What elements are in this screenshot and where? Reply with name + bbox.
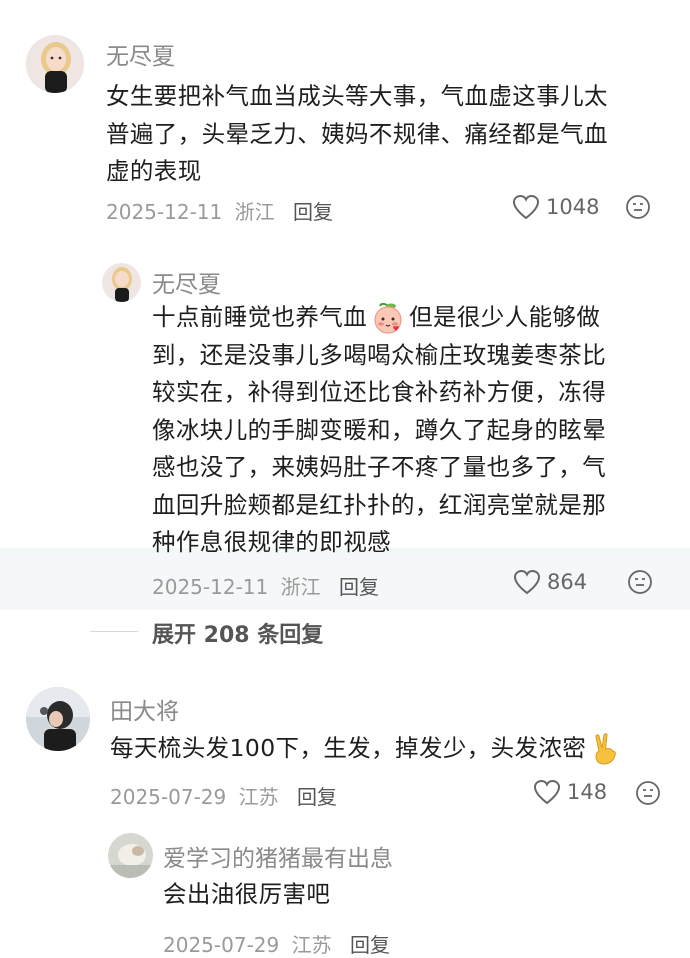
reply-meta: 2025-07-29 江苏 回复: [163, 929, 390, 958]
comment-author[interactable]: 田大将: [110, 692, 179, 726]
comment-text-line: 普遍了，头晕乏力、姨妈不规律、痛经都是气血: [106, 119, 608, 148]
reply-date: 2025-12-11: [152, 575, 269, 599]
avatar[interactable]: [26, 687, 90, 751]
peach-blush-emoji: [371, 301, 405, 335]
reply-button[interactable]: 回复: [350, 933, 390, 957]
comment-meta: 2025-12-11 浙江 回复: [106, 196, 333, 225]
comment-meta: 2025-07-29 江苏 回复: [110, 781, 337, 810]
expand-divider: [90, 631, 138, 632]
reply-author[interactable]: 无尽夏: [152, 265, 221, 299]
reply-date: 2025-07-29: [163, 933, 280, 957]
reply-text-line: 感也没了，来姨妈肚子不疼了量也多了，气: [152, 453, 607, 481]
reply-text: 会出油很厉害吧: [163, 880, 331, 908]
comment-author[interactable]: 无尽夏: [106, 37, 175, 71]
emoji-face-icon[interactable]: [627, 569, 653, 595]
heart-outline-icon: [533, 779, 561, 805]
avatar[interactable]: [102, 263, 141, 302]
like-count: 148: [567, 780, 608, 804]
like-count: 864: [547, 570, 588, 594]
heart-outline-icon: [513, 569, 541, 595]
reply-text-line: 较实在，补得到位还比食补药补方便，冻得: [152, 378, 607, 406]
comment-text: 每天梳头发100下，生发，掉发少，头发浓密: [110, 730, 620, 768]
comment-date: 2025-07-29: [110, 785, 227, 809]
emoji-face-icon[interactable]: [625, 194, 651, 220]
expand-replies-button[interactable]: 展开 208 条回复: [152, 617, 323, 649]
reply-author[interactable]: 爱学习的猪猪最有出息: [163, 839, 393, 873]
reply-button[interactable]: 回复: [293, 200, 333, 224]
comment-text-line: 女生要把补气血当成头等大事，气血虚这事儿太: [106, 82, 608, 110]
reply-button[interactable]: 回复: [339, 575, 379, 599]
reply-location: 江苏: [291, 933, 332, 957]
comment-location: 江苏: [238, 785, 279, 809]
like-button[interactable]: 148: [533, 779, 607, 805]
reply-text-line: 到，还是没事儿多喝喝众榆庄玫瑰姜枣茶比: [152, 340, 607, 369]
comment-location: 浙江: [234, 200, 275, 224]
comment-text: 女生要把补气血当成头等大事，气血虚这事儿太 普遍了，头晕乏力、姨妈不规律、痛经都…: [106, 78, 666, 191]
avatar[interactable]: [26, 35, 84, 93]
like-button[interactable]: 864: [513, 569, 587, 595]
victory-hand-emoji: [590, 733, 620, 765]
comment-date: 2025-12-11: [106, 200, 223, 224]
reply-text-line: 像冰块儿的手脚变暖和，蹲久了起身的眩晕: [152, 415, 607, 444]
reply-text-line: 血回升脸颊都是红扑扑的，红润亮堂就是那: [152, 490, 607, 519]
avatar[interactable]: [108, 833, 153, 878]
reply-text-line: 十点前睡觉也养气血 但是很少人能够做: [152, 299, 672, 337]
like-count: 1048: [546, 195, 600, 219]
reply-button[interactable]: 回复: [297, 785, 337, 809]
reply-location: 浙江: [280, 575, 321, 599]
emoji-face-icon[interactable]: [635, 780, 661, 806]
like-button[interactable]: 1048: [512, 194, 599, 220]
comment-text-line: 虚的表现: [106, 157, 202, 185]
reply-text-line: 种作息很规律的即视感: [152, 528, 391, 556]
reply-text: 十点前睡觉也养气血 但是很少人能够做 到，还是没事儿多喝喝众榆庄玫瑰姜枣茶比 较…: [152, 299, 672, 562]
heart-outline-icon: [512, 194, 540, 220]
reply-meta: 2025-12-11 浙江 回复: [152, 571, 379, 600]
